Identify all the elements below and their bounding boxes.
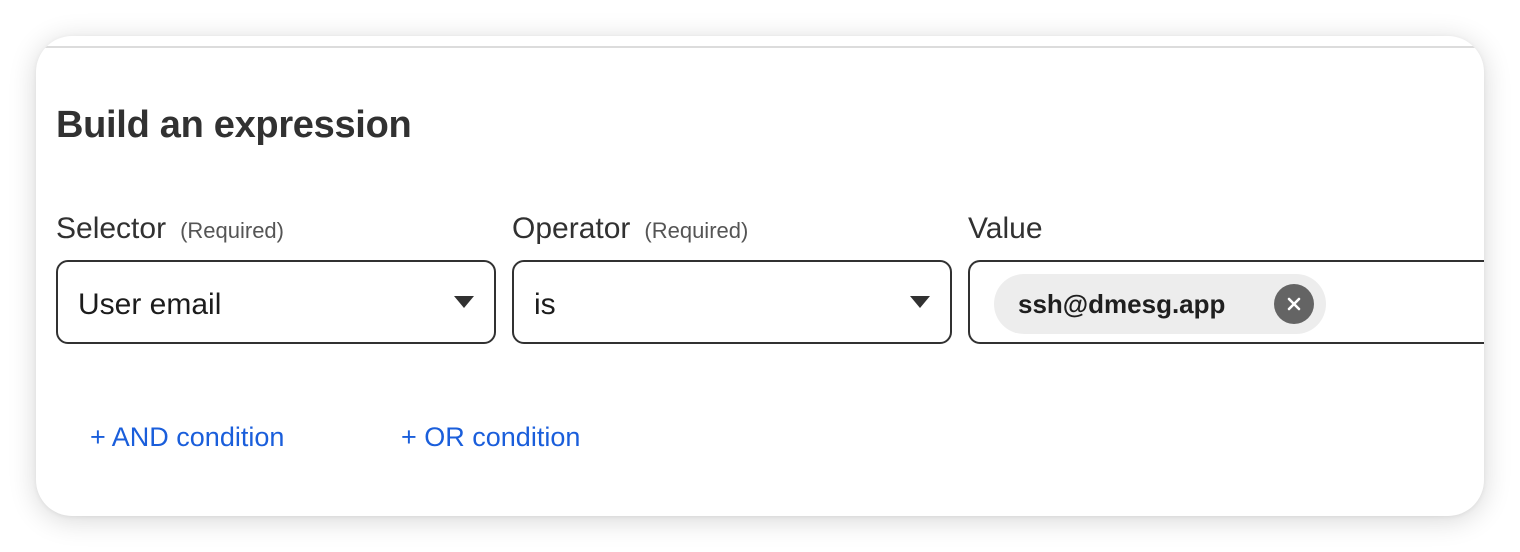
chip-remove-button[interactable] xyxy=(1274,284,1314,324)
add-or-condition-link[interactable]: + OR condition xyxy=(401,422,580,453)
caret-down-icon xyxy=(454,296,474,308)
operator-label: Operator (Required) xyxy=(512,212,748,246)
section-title: Build an expression xyxy=(56,104,412,146)
value-chip-label: ssh@dmesg.app xyxy=(1018,289,1226,319)
operator-dropdown[interactable]: is xyxy=(512,260,952,344)
value-input[interactable]: ssh@dmesg.app xyxy=(968,260,1484,344)
operator-required-text: (Required) xyxy=(644,218,749,243)
add-and-condition-link[interactable]: + AND condition xyxy=(90,422,284,453)
caret-down-icon xyxy=(910,296,930,308)
expression-builder-card: Build an expression Selector (Required) U… xyxy=(36,36,1484,516)
selector-label: Selector (Required) xyxy=(56,212,284,246)
close-icon xyxy=(1287,297,1301,311)
operator-dropdown-value: is xyxy=(534,288,556,321)
page: Build an expression Selector (Required) U… xyxy=(0,0,1520,552)
selector-required-text: (Required) xyxy=(180,218,284,243)
selector-label-text: Selector xyxy=(56,212,167,245)
operator-label-text: Operator xyxy=(512,212,631,245)
top-divider xyxy=(36,46,1484,48)
value-label: Value xyxy=(968,212,1043,246)
selector-dropdown-value: User email xyxy=(78,288,222,321)
value-label-text: Value xyxy=(968,212,1043,245)
selector-dropdown[interactable]: User email xyxy=(56,260,496,344)
value-chip: ssh@dmesg.app xyxy=(994,274,1326,334)
